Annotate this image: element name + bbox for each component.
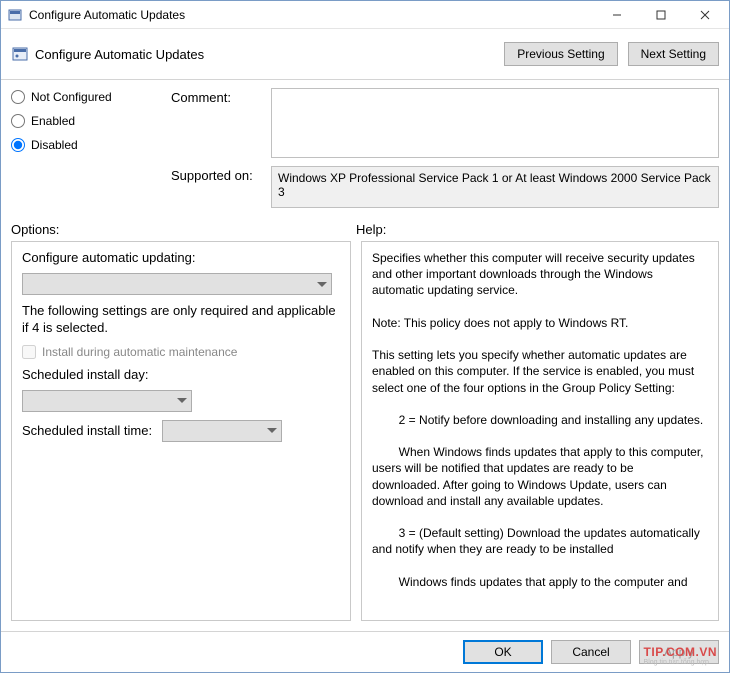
- radio-not-configured[interactable]: Not Configured: [11, 90, 171, 104]
- radio-enabled-input[interactable]: [11, 114, 25, 128]
- dialog-window: Configure Automatic Updates Configure Au…: [0, 0, 730, 673]
- policy-icon: [11, 45, 29, 63]
- radio-enabled-label: Enabled: [31, 114, 75, 128]
- close-button[interactable]: [683, 2, 727, 28]
- comment-row: Comment:: [171, 88, 719, 158]
- install-maintenance-checkbox[interactable]: [22, 345, 36, 359]
- maximize-button[interactable]: [639, 2, 683, 28]
- policy-title: Configure Automatic Updates: [35, 47, 494, 62]
- chevron-down-icon: [317, 282, 327, 287]
- comment-textarea[interactable]: [271, 88, 719, 158]
- radio-disabled-input[interactable]: [11, 138, 25, 152]
- comment-label: Comment:: [171, 88, 271, 105]
- chevron-down-icon: [177, 398, 187, 403]
- comment-column: Comment: Supported on: Windows XP Profes…: [171, 88, 719, 208]
- title-bar: Configure Automatic Updates: [1, 1, 729, 29]
- supported-label: Supported on:: [171, 166, 271, 183]
- chevron-down-icon: [267, 428, 277, 433]
- minimize-button[interactable]: [595, 2, 639, 28]
- dialog-footer: OK Cancel Apply: [1, 631, 729, 672]
- divider: [1, 79, 729, 80]
- radio-disabled-label: Disabled: [31, 138, 78, 152]
- help-header: Help:: [356, 222, 719, 237]
- scheduled-day-dropdown[interactable]: [22, 390, 192, 412]
- options-header: Options:: [11, 222, 356, 237]
- window-controls: [595, 2, 727, 28]
- scheduled-time-row: Scheduled install time:: [22, 420, 340, 442]
- policy-header-row: Configure Automatic Updates Previous Set…: [11, 37, 719, 71]
- app-icon: [7, 7, 23, 23]
- options-panel: Configure automatic updating: The follow…: [11, 241, 351, 621]
- install-maintenance-label: Install during automatic maintenance: [42, 345, 237, 359]
- scheduled-time-dropdown[interactable]: [162, 420, 282, 442]
- ok-button[interactable]: OK: [463, 640, 543, 664]
- configure-updating-label: Configure automatic updating:: [22, 250, 340, 265]
- radio-disabled[interactable]: Disabled: [11, 138, 171, 152]
- content-area: Configure Automatic Updates Previous Set…: [1, 29, 729, 631]
- state-row: Not Configured Enabled Disabled Comment:: [11, 88, 719, 208]
- panels-row: Configure automatic updating: The follow…: [11, 241, 719, 621]
- state-radio-group: Not Configured Enabled Disabled: [11, 88, 171, 208]
- cancel-button[interactable]: Cancel: [551, 640, 631, 664]
- install-maintenance-checkbox-row[interactable]: Install during automatic maintenance: [22, 345, 340, 359]
- radio-enabled[interactable]: Enabled: [11, 114, 171, 128]
- section-headers: Options: Help:: [11, 222, 719, 237]
- radio-not-configured-input[interactable]: [11, 90, 25, 104]
- supported-row: Supported on: Windows XP Professional Se…: [171, 166, 719, 208]
- supported-on-box: Windows XP Professional Service Pack 1 o…: [271, 166, 719, 208]
- requirement-note: The following settings are only required…: [22, 303, 340, 337]
- window-title: Configure Automatic Updates: [29, 8, 595, 22]
- configure-updating-dropdown[interactable]: [22, 273, 332, 295]
- help-panel: Specifies whether this computer will rec…: [361, 241, 719, 621]
- next-setting-button[interactable]: Next Setting: [628, 42, 719, 66]
- apply-button[interactable]: Apply: [639, 640, 719, 664]
- help-text[interactable]: Specifies whether this computer will rec…: [372, 250, 708, 612]
- previous-setting-button[interactable]: Previous Setting: [504, 42, 617, 66]
- scheduled-time-label: Scheduled install time:: [22, 423, 152, 438]
- scheduled-day-label: Scheduled install day:: [22, 367, 340, 382]
- radio-not-configured-label: Not Configured: [31, 90, 112, 104]
